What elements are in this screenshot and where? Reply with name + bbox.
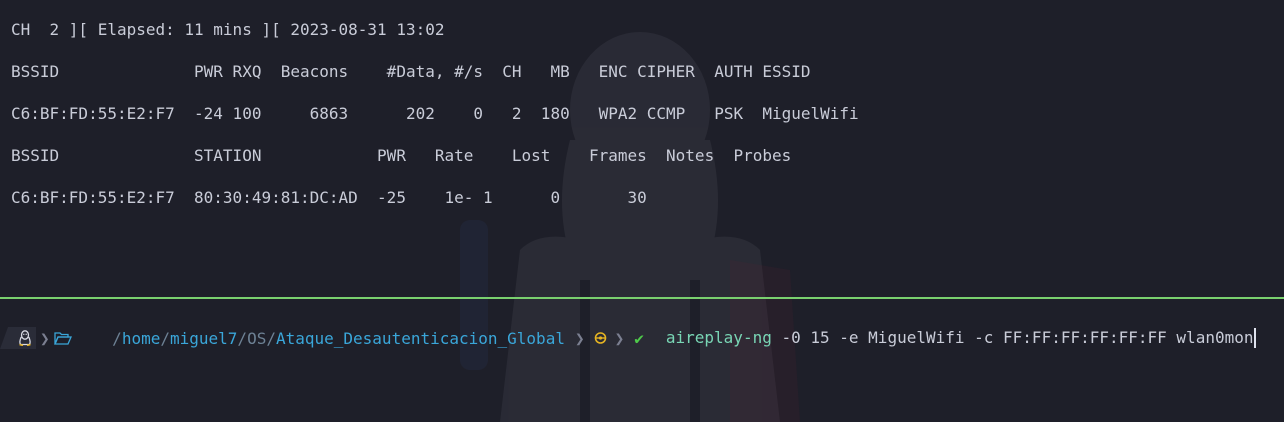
segment-separator-icon: ❯ xyxy=(40,328,50,348)
check-icon: ✔ xyxy=(634,328,644,348)
command-name: aireplay-ng xyxy=(665,327,772,347)
segment-separator-icon: ❯ xyxy=(614,328,625,348)
os-segment xyxy=(0,327,36,349)
airodump-output: CH 2 ][ Elapsed: 11 mins ][ 2023-08-31 1… xyxy=(0,0,1284,298)
station-table-row: C6:BF:FD:55:E2:F7 80:30:49:81:DC:AD -25 … xyxy=(11,188,647,207)
ap-table-row: C6:BF:FD:55:E2:F7 -24 100 6863 202 0 2 1… xyxy=(11,104,859,123)
path-segment: OS xyxy=(247,328,267,348)
command-args: -0 15 -e MiguelWifi -c FF:FF:FF:FF:FF:FF… xyxy=(771,327,1254,347)
path-segment: Ataque_Desautenticacion_Global xyxy=(275,328,565,348)
linux-tux-icon xyxy=(18,330,32,346)
segment-separator-icon: ❯ xyxy=(574,328,585,348)
current-path: /home/miguel7/OS/Ataque_Desautenticacion… xyxy=(112,328,565,348)
ap-table-header: BSSID PWR RXQ Beacons #Data, #/s CH MB E… xyxy=(11,62,811,81)
status-line: CH 2 ][ Elapsed: 11 mins ][ 2023-08-31 1… xyxy=(11,20,445,39)
station-table-header: BSSID STATION PWR Rate Lost Frames Notes… xyxy=(11,146,792,165)
path-segment: home xyxy=(121,328,161,348)
git-branch-icon xyxy=(593,331,608,345)
text-cursor xyxy=(1254,328,1257,349)
shell-prompt: ❯ /home/miguel7/OS/Ataque_Desautenticaci… xyxy=(0,326,1284,350)
path-segment: miguel7 xyxy=(169,328,238,348)
command-line[interactable]: aireplay-ng -0 15 -e MiguelWifi -c FF:FF… xyxy=(666,328,1257,349)
pane-divider[interactable] xyxy=(0,297,1284,299)
folder-open-icon xyxy=(53,331,72,345)
